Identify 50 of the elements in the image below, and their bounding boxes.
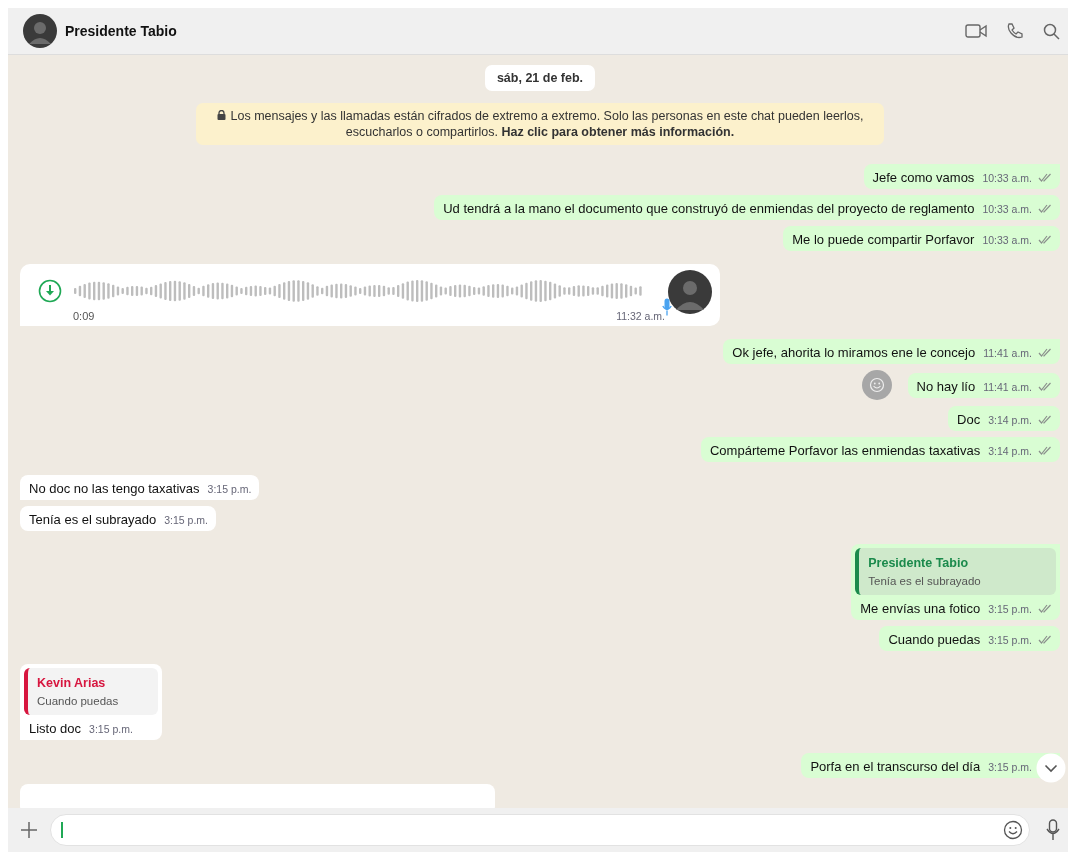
message-time: 11:32 a.m.	[616, 310, 665, 322]
microphone-icon[interactable]	[1046, 819, 1060, 841]
message-text: Tenía es el subrayado	[29, 512, 157, 527]
message-text: No hay lío	[916, 378, 976, 394]
message-time: 3:14 p.m.	[988, 414, 1032, 426]
quoted-message[interactable]: Kevin Arias Cuando puedas	[24, 668, 159, 715]
message-time: 11:41 a.m.	[983, 347, 1032, 359]
message-time: 3:15 p.m.	[988, 761, 1032, 773]
message-time: 10:33 a.m.	[982, 203, 1032, 215]
video-call-icon[interactable]	[965, 23, 987, 39]
message-text: Compárteme Porfavor las enmiendas taxativas	[710, 443, 981, 458]
message-text: Ok jefe, ahorita lo miramos ene le concejo	[732, 345, 976, 360]
quoted-message[interactable]: Presidente Tabio Tenía es el subrayado	[855, 548, 1056, 595]
contact-name[interactable]: Presidente Tabio	[65, 23, 177, 39]
search-icon[interactable]	[1043, 22, 1060, 40]
message-time: 3:15 p.m.	[164, 514, 208, 526]
message-time: 11:41 a.m.	[983, 380, 1032, 393]
message-input-field[interactable]	[50, 814, 1030, 846]
contact-avatar[interactable]	[23, 14, 57, 48]
quoted-text: Cuando puedas	[37, 695, 119, 707]
scroll-down-button[interactable]	[1036, 753, 1066, 783]
microphone-icon	[662, 298, 672, 316]
message-time: 10:33 a.m.	[982, 234, 1032, 246]
message-text: Jefe como vamos	[872, 170, 975, 185]
quoted-author: Kevin Arias	[37, 676, 107, 690]
message-text: Ud tendrá a la mano el documento que construyó de enmiendas del proyecto de reglamento	[443, 201, 975, 216]
message-text: Cuando puedas	[888, 632, 981, 647]
voice-duration: 0:09	[73, 310, 95, 322]
message-time: 3:14 p.m.	[988, 445, 1032, 457]
quoted-text: Tenía es el subrayado	[868, 575, 982, 587]
message-time: 10:33 a.m.	[982, 172, 1032, 184]
message-text: Me lo puede compartir Porfavor	[792, 232, 975, 247]
add-icon[interactable]	[20, 821, 38, 839]
message-text: Porfa en el transcurso del día	[810, 759, 981, 774]
phone-icon[interactable]	[1006, 22, 1024, 40]
download-icon[interactable]	[38, 279, 62, 303]
message-text: Listo doc	[29, 721, 82, 736]
sender-avatar	[668, 270, 712, 314]
message-time: 3:15 p.m.	[988, 634, 1032, 646]
date-chip: sáb, 21 de feb.	[484, 65, 596, 91]
message-text: Doc	[957, 412, 981, 427]
emoji-icon[interactable]	[1003, 820, 1023, 840]
message-text: Me envías una fotico	[860, 601, 981, 616]
quoted-author: Presidente Tabio	[868, 556, 970, 570]
message-time: 3:15 p.m.	[89, 723, 133, 735]
message-time: 3:15 p.m.	[207, 483, 252, 495]
message-time: 3:15 p.m.	[988, 603, 1032, 615]
lock-icon	[216, 110, 226, 120]
encryption-notice[interactable]: Los mensajes y las llamadas están cifrados de extremo a extremo. Solo las personas en este chat pueden leerlos, escucharlos o compartirlos. Haz clic para obtener más información.	[196, 103, 884, 145]
message-text: No doc no las tengo taxativas	[29, 481, 200, 496]
